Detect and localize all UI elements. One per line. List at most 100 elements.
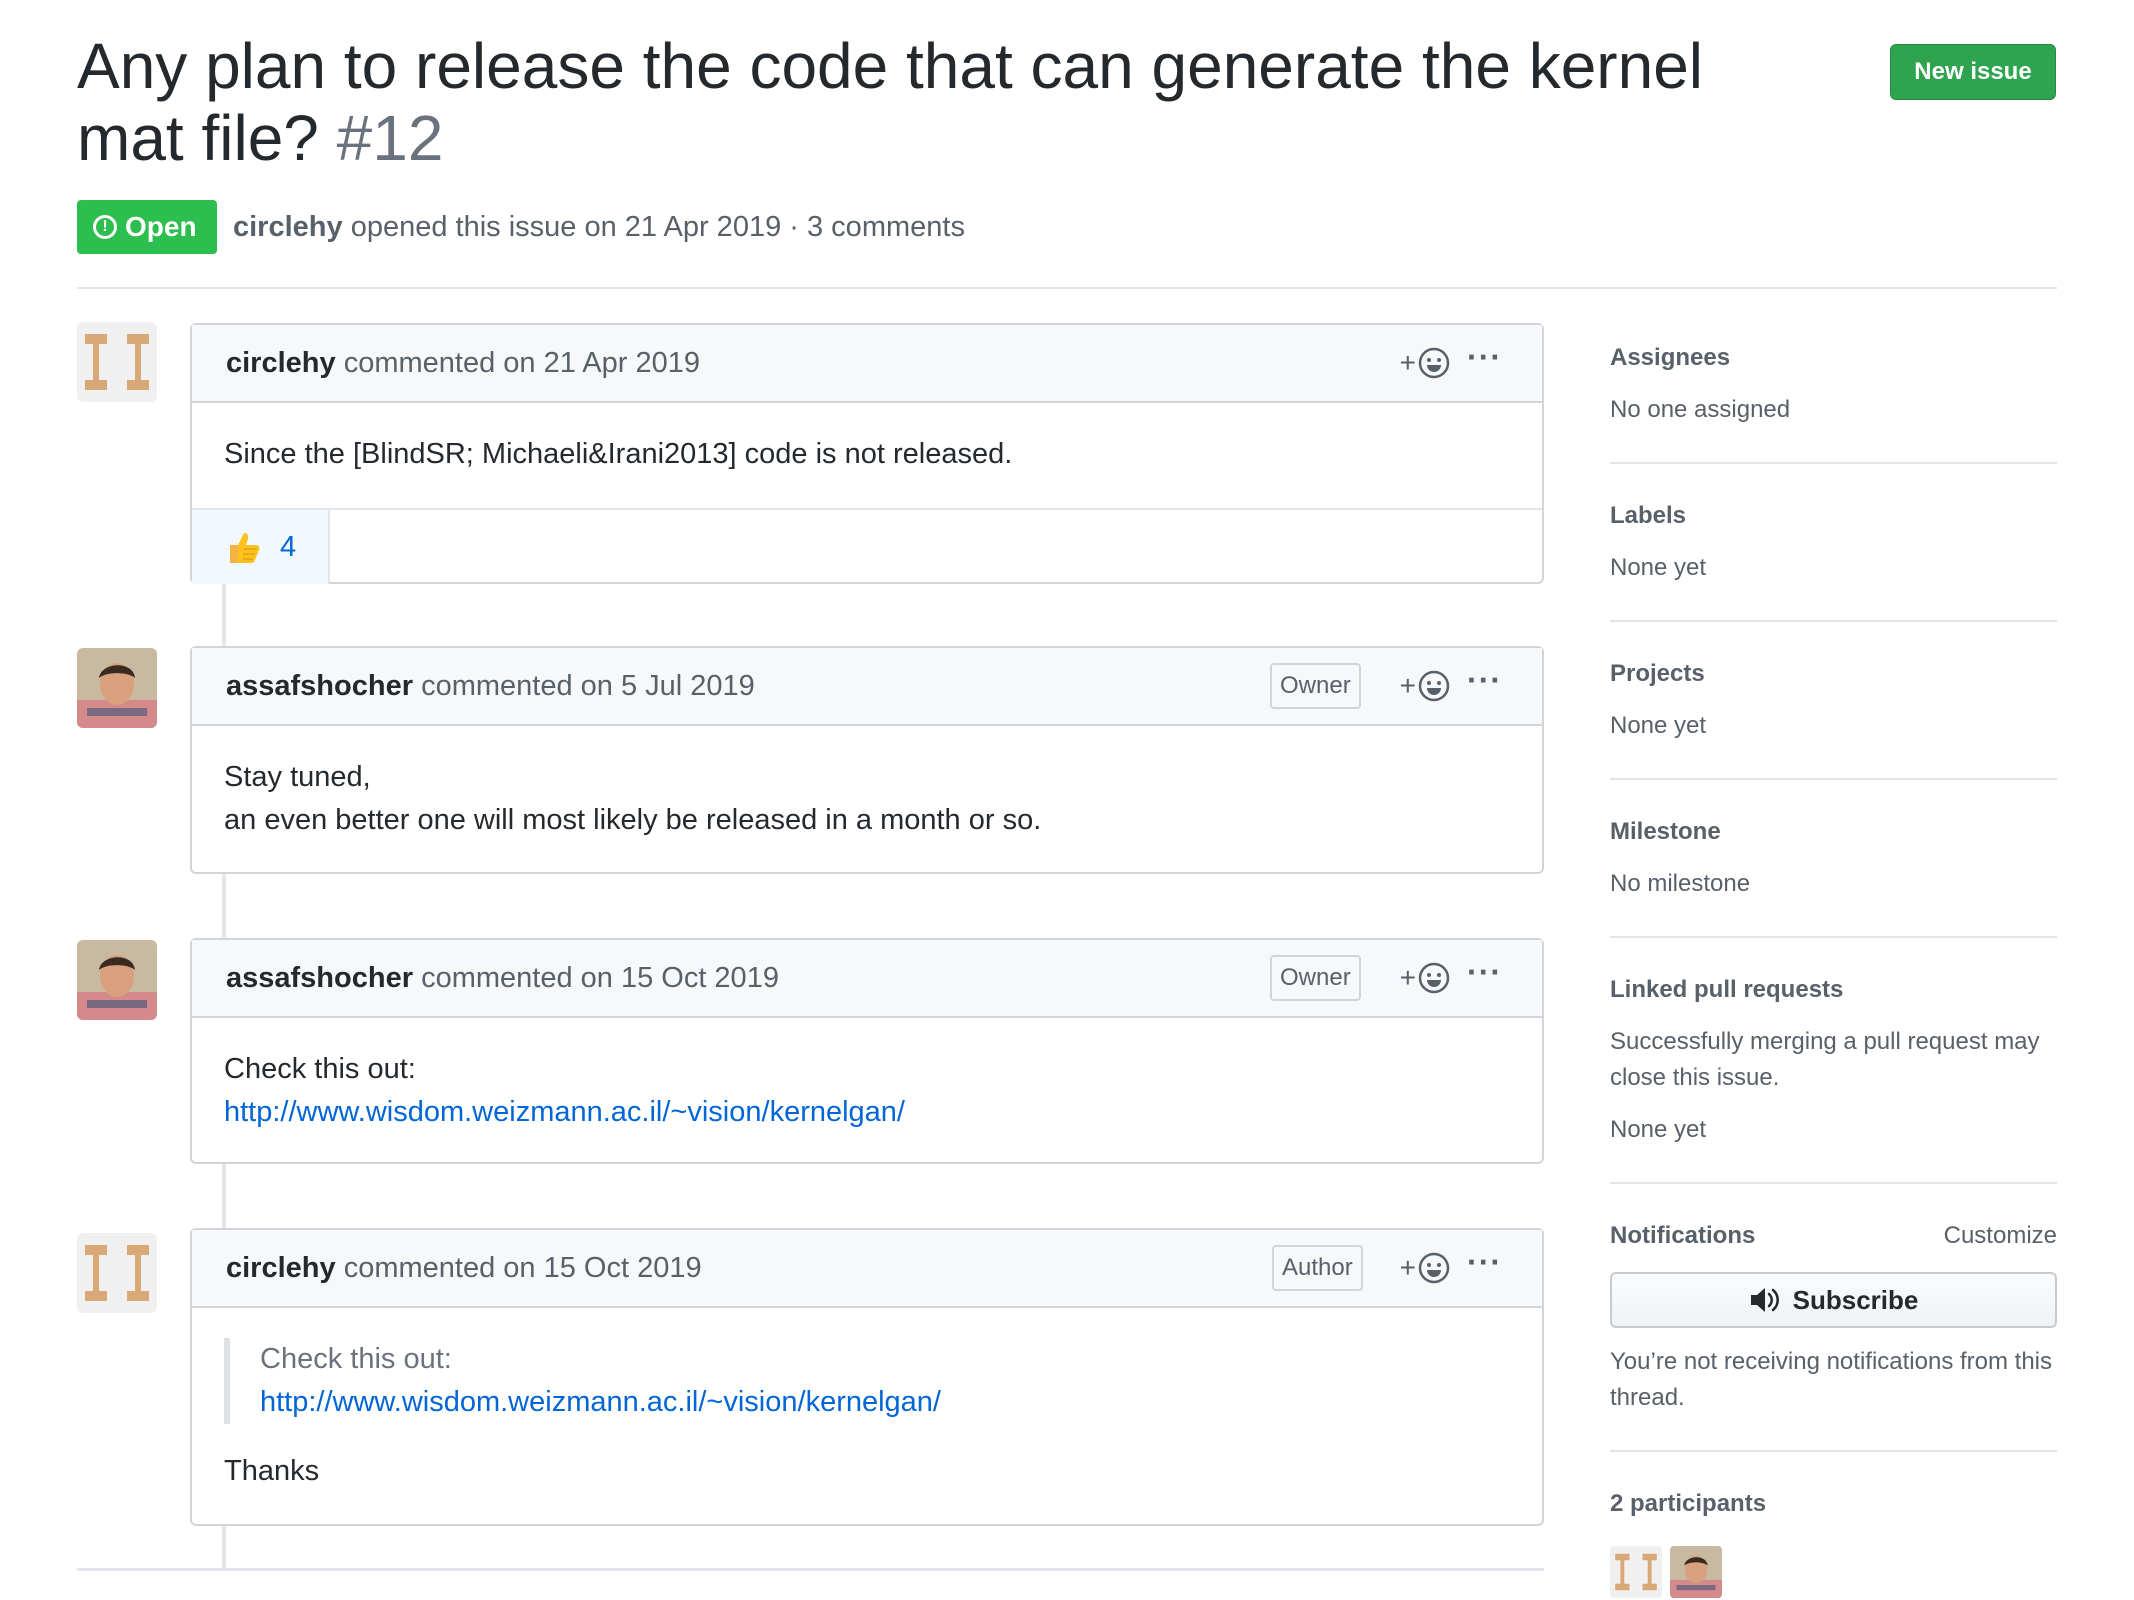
avatar-assafshocher[interactable] (77, 940, 157, 1020)
comment-body: Check this out: http://www.wisdom.weizma… (192, 1308, 1542, 1523)
issue-title: Any plan to release the code that can ge… (77, 30, 1817, 174)
timeline-connector (222, 584, 226, 648)
labels-section: Labels None yet (1610, 498, 2057, 622)
notifications-description: You’re not receiving notifications from … (1610, 1348, 2053, 1411)
projects-section: Projects None yet (1610, 656, 2057, 780)
owner-badge: Owner (1270, 663, 1361, 709)
issue-opened-text: opened this issue on 21 Apr 2019 (350, 211, 782, 243)
participant-avatar-circlehy[interactable] (1610, 1546, 1662, 1598)
avatar-assafshocher[interactable] (77, 648, 157, 728)
issue-state-badge: ! Open (77, 200, 217, 254)
add-reaction-button[interactable]: + (1400, 1252, 1450, 1284)
linked-pr-description: Successfully merging a pull request may … (1610, 1028, 2040, 1091)
participants-section: 2 participants (1610, 1486, 2057, 1598)
timeline-connector (222, 1526, 226, 1568)
thumbs-up-reaction[interactable]: 4 (192, 510, 330, 584)
kebab-menu-icon[interactable]: ··· (1467, 662, 1502, 699)
thumbs-up-icon (230, 533, 260, 563)
notifications-header: Notifications Customize (1610, 1218, 2057, 1254)
reactions-bar: 4 (192, 508, 1542, 586)
comment-author[interactable]: assafshocher (226, 670, 413, 702)
owner-badge: Owner (1270, 955, 1361, 1001)
comment-timestamp[interactable]: commented on 15 Oct 2019 (421, 962, 779, 994)
projects-title[interactable]: Projects (1610, 656, 2057, 692)
author-badge: Author (1272, 1245, 1363, 1291)
comment-card: circlehy commented on 21 Apr 2019 + ··· … (190, 323, 1544, 584)
milestone-value: No milestone (1610, 870, 1751, 897)
kernelgan-link[interactable]: http://www.wisdom.weizmann.ac.il/~vision… (260, 1386, 941, 1418)
comment-timestamp[interactable]: commented on 5 Jul 2019 (421, 670, 755, 702)
linked-pr-value: None yet (1610, 1116, 1707, 1143)
comment-author[interactable]: circlehy (226, 347, 336, 379)
subscribe-button[interactable]: Subscribe (1610, 1272, 2057, 1328)
reaction-count: 4 (280, 530, 297, 563)
subscribe-label: Subscribe (1792, 1284, 1919, 1315)
header-divider (77, 287, 2057, 289)
comment-timestamp[interactable]: commented on 15 Oct 2019 (344, 1252, 702, 1284)
comment-meta: circlehy commented on 15 Oct 2019 (226, 1248, 702, 1288)
comment-body: Stay tuned, an even better one will most… (192, 726, 1542, 872)
comment-card: assafshocher commented on 5 Jul 2019 Own… (190, 646, 1544, 874)
issue-opened-icon: ! (93, 215, 117, 239)
comment-meta: assafshocher commented on 5 Jul 2019 (226, 666, 755, 706)
new-issue-button[interactable]: New issue (1890, 44, 2056, 100)
blockquote: Check this out: http://www.wisdom.weizma… (224, 1338, 1510, 1424)
comment-header: circlehy commented on 15 Oct 2019 Author… (192, 1230, 1542, 1308)
comment-text: Check this out: (224, 1053, 416, 1085)
issue-sidebar: Assignees No one assigned Labels None ye… (1610, 340, 2057, 1598)
issue-author-link[interactable]: circlehy (233, 211, 343, 243)
meta-separator: · (789, 211, 799, 243)
issue-meta: circlehy opened this issue on 21 Apr 201… (233, 206, 965, 248)
comment-author[interactable]: assafshocher (226, 962, 413, 994)
assignees-title[interactable]: Assignees (1610, 340, 2057, 376)
smiley-icon (1418, 670, 1450, 702)
comment-body: Since the [BlindSR; Michaeli&Irani2013] … (192, 403, 1542, 508)
quote-text: Check this out: (260, 1343, 452, 1375)
issue-state-label: Open (125, 211, 197, 242)
comment-body: Check this out: http://www.wisdom.weizma… (192, 1018, 1542, 1164)
participants-avatars (1610, 1546, 2057, 1598)
comment-header: circlehy commented on 21 Apr 2019 + ··· (192, 325, 1542, 403)
smiley-icon (1418, 347, 1450, 379)
participant-avatar-assafshocher[interactable] (1670, 1546, 1722, 1598)
issue-title-text: Any plan to release the code that can ge… (77, 30, 1703, 174)
add-reaction-button[interactable]: + (1400, 670, 1450, 702)
kebab-menu-icon[interactable]: ··· (1467, 339, 1502, 376)
timeline-connector (222, 874, 226, 938)
comment-meta: assafshocher commented on 15 Oct 2019 (226, 958, 779, 998)
avatar-circlehy[interactable] (77, 322, 157, 402)
timeline-end-divider (77, 1568, 1544, 1571)
labels-value: None yet (1610, 554, 1707, 581)
milestone-section: Milestone No milestone (1610, 814, 2057, 938)
comment-text: an even better one will most likely be r… (224, 804, 1042, 836)
milestone-title[interactable]: Milestone (1610, 814, 2057, 850)
kebab-menu-icon[interactable]: ··· (1467, 1244, 1502, 1281)
participants-title: 2 participants (1610, 1490, 1767, 1517)
labels-title[interactable]: Labels (1610, 498, 2057, 534)
assignees-section: Assignees No one assigned (1610, 340, 2057, 464)
comment-text: Thanks (224, 1455, 320, 1487)
notifications-title: Notifications (1610, 1222, 1756, 1249)
add-reaction-button[interactable]: + (1400, 962, 1450, 994)
comment-card: circlehy commented on 15 Oct 2019 Author… (190, 1228, 1544, 1526)
add-reaction-button[interactable]: + (1400, 347, 1450, 379)
comment-author[interactable]: circlehy (226, 1252, 336, 1284)
comment-header: assafshocher commented on 5 Jul 2019 Own… (192, 648, 1542, 726)
smiley-icon (1418, 1252, 1450, 1284)
comment-timestamp[interactable]: commented on 21 Apr 2019 (344, 347, 700, 379)
avatar-circlehy[interactable] (77, 1233, 157, 1313)
smiley-icon (1418, 962, 1450, 994)
customize-link[interactable]: Customize (1944, 1218, 2057, 1254)
comment-text: Stay tuned, (224, 761, 371, 793)
assignees-value: No one assigned (1610, 396, 1791, 423)
kebab-menu-icon[interactable]: ··· (1467, 954, 1502, 991)
unmute-icon (1750, 1288, 1779, 1312)
comment-text: Since the [BlindSR; Michaeli&Irani2013] … (224, 438, 1013, 470)
comment-card: assafshocher commented on 15 Oct 2019 Ow… (190, 938, 1544, 1164)
comments-count: 3 comments (807, 211, 965, 243)
kernelgan-link[interactable]: http://www.wisdom.weizmann.ac.il/~vision… (224, 1096, 905, 1128)
issue-number: #12 (336, 102, 444, 174)
linked-pr-title[interactable]: Linked pull requests (1610, 972, 2057, 1008)
timeline-connector (222, 1164, 226, 1228)
projects-value: None yet (1610, 712, 1707, 739)
